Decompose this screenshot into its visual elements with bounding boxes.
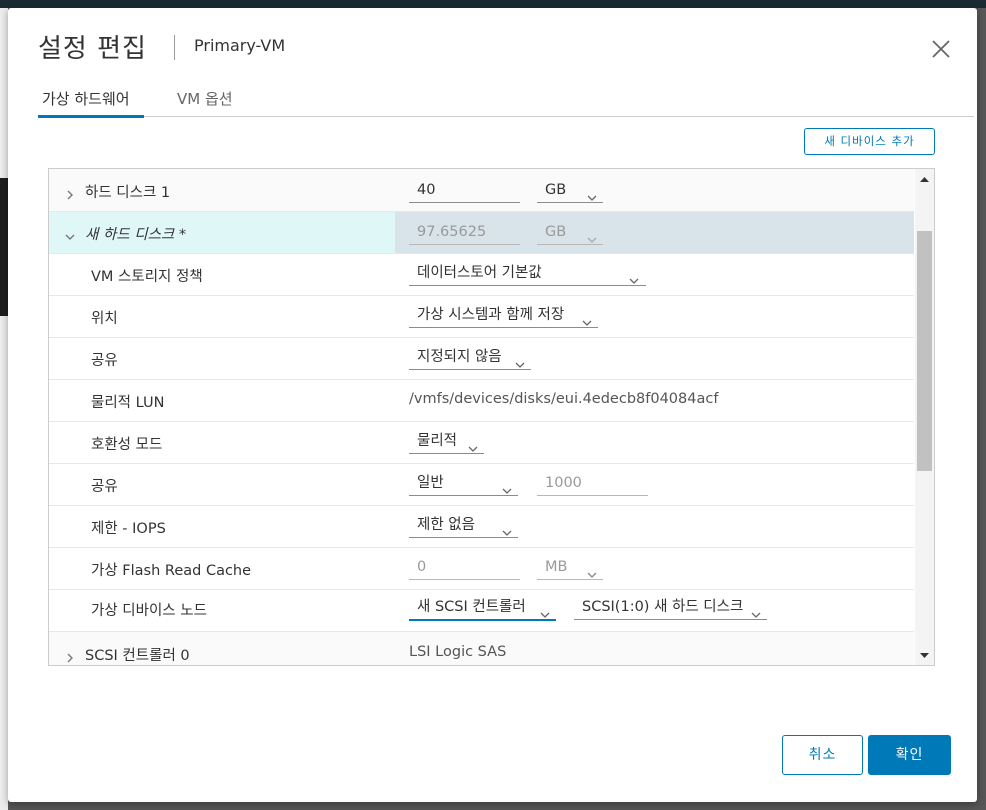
- hard-disk-1-label: 하드 디스크 1: [85, 185, 171, 201]
- dialog-title: 설정 편집: [38, 34, 147, 64]
- row-new-hard-disk[interactable]: 새 하드 디스크 * 97.65625 GB: [49, 212, 914, 254]
- chevron-right-icon[interactable]: [65, 185, 75, 200]
- row-location: 위치 가상 시스템과 함께 저장: [49, 296, 914, 338]
- row-vm-storage-policy: VM 스토리지 정책 데이터스토어 기본값: [49, 254, 914, 296]
- edit-settings-dialog: 설정 편집 Primary-VM 가상 하드웨어 VM 옵션 새 디바이스 추가…: [8, 8, 977, 802]
- background-panel-dark: [0, 178, 8, 316]
- limit-iops-select[interactable]: 제한 없음: [409, 513, 518, 538]
- chevron-down-icon: [751, 603, 761, 618]
- chevron-down-icon: [468, 437, 478, 452]
- tab-vm-options[interactable]: VM 옵션: [177, 88, 233, 115]
- chevron-down-icon[interactable]: [65, 227, 75, 240]
- location-value: 가상 시스템과 함께 저장: [417, 307, 565, 323]
- location-select[interactable]: 가상 시스템과 함께 저장: [409, 303, 598, 328]
- virtual-device-node-label: 가상 디바이스 노드: [91, 603, 207, 619]
- hard-disk-1-size-value: 40: [417, 182, 436, 198]
- background-panel-lower: [0, 316, 8, 810]
- new-hard-disk-label: 새 하드 디스크 *: [85, 227, 187, 243]
- scrollbar-thumb[interactable]: [917, 231, 932, 471]
- scsi-controller-select[interactable]: 새 SCSI 컨트롤러: [409, 595, 556, 621]
- shares-number-value: 1000: [545, 475, 582, 491]
- row-virtual-device-node: 가상 디바이스 노드 새 SCSI 컨트롤러 SCSI(1:0) 새 하드 디스…: [49, 590, 914, 632]
- chevron-down-icon: [587, 186, 597, 201]
- compatibility-mode-select[interactable]: 물리적: [409, 429, 484, 454]
- shares-label: 공유: [91, 479, 118, 495]
- row-compatibility-mode: 호환성 모드 물리적: [49, 422, 914, 464]
- row-physical-lun: 물리적 LUN /vmfs/devices/disks/eui.4edecb8f…: [49, 380, 914, 422]
- chevron-down-icon: [540, 603, 550, 618]
- scsi-node-value: SCSI(1:0) 새 하드 디스크: [582, 599, 744, 615]
- row-hard-disk-1: 하드 디스크 1 40 GB: [49, 169, 914, 212]
- flash-read-cache-label: 가상 Flash Read Cache: [91, 563, 252, 579]
- vm-storage-policy-label: VM 스토리지 정책: [91, 269, 203, 285]
- chevron-down-icon: [515, 353, 525, 368]
- flash-read-cache-unit-select[interactable]: MB: [537, 555, 603, 580]
- add-new-device-button[interactable]: 새 디바이스 추가: [804, 128, 935, 155]
- row-limit-iops: 제한 - IOPS 제한 없음: [49, 506, 914, 548]
- physical-lun-label: 물리적 LUN: [91, 395, 165, 411]
- flash-read-cache-input[interactable]: 0: [409, 555, 520, 580]
- chevron-down-icon: [587, 563, 597, 578]
- limit-iops-label: 제한 - IOPS: [91, 521, 166, 537]
- sharing-select[interactable]: 지정되지 않음: [409, 345, 531, 370]
- chevron-right-icon[interactable]: [65, 648, 75, 663]
- chevron-down-icon: [629, 269, 639, 284]
- compatibility-mode-value: 물리적: [417, 433, 458, 449]
- title-separator: [174, 35, 175, 60]
- scsi-node-select[interactable]: SCSI(1:0) 새 하드 디스크: [574, 595, 767, 620]
- vm-storage-policy-value: 데이터스토어 기본값: [417, 265, 542, 281]
- scsi-controller-value: 새 SCSI 컨트롤러: [417, 599, 526, 615]
- compatibility-mode-label: 호환성 모드: [91, 437, 163, 453]
- background-panel: [0, 8, 8, 178]
- cancel-button[interactable]: 취소: [782, 735, 863, 775]
- chevron-down-icon: [502, 521, 512, 536]
- chevron-down-icon: [587, 228, 597, 243]
- background-header: [0, 0, 986, 8]
- sharing-value: 지정되지 않음: [417, 349, 502, 365]
- row-flash-read-cache: 가상 Flash Read Cache 0 MB: [49, 548, 914, 590]
- shares-level-select[interactable]: 일반: [409, 471, 518, 496]
- new-hard-disk-unit-value: GB: [545, 224, 567, 240]
- new-hard-disk-size-value: 97.65625: [417, 224, 487, 240]
- new-hard-disk-unit-select[interactable]: GB: [537, 220, 603, 245]
- hard-disk-1-size-input[interactable]: 40: [409, 178, 520, 203]
- vm-storage-policy-select[interactable]: 데이터스토어 기본값: [409, 261, 646, 286]
- shares-number-input[interactable]: 1000: [537, 471, 648, 496]
- scroll-down-arrow-icon[interactable]: [915, 645, 934, 665]
- scroll-up-arrow-icon[interactable]: [915, 169, 934, 189]
- scsi-controller-0-label: SCSI 컨트롤러 0: [85, 648, 190, 664]
- chevron-down-icon: [502, 479, 512, 494]
- new-hard-disk-size-input[interactable]: 97.65625: [409, 220, 520, 245]
- tab-bar: 가상 하드웨어 VM 옵션: [38, 78, 974, 118]
- sharing-label: 공유: [91, 353, 118, 369]
- row-scsi-controller-0: SCSI 컨트롤러 0 LSI Logic SAS: [49, 632, 914, 665]
- tab-virtual-hardware[interactable]: 가상 하드웨어: [38, 88, 144, 118]
- row-sharing: 공유 지정되지 않음: [49, 338, 914, 380]
- flash-read-cache-value: 0: [417, 559, 427, 575]
- hard-disk-1-unit-value: GB: [545, 182, 567, 198]
- physical-lun-path: /vmfs/devices/disks/eui.4edecb8f04084acf: [409, 391, 719, 407]
- hardware-grid: 하드 디스크 1 40 GB 새 하드 디스크 * 97.65625 GB VM…: [48, 168, 935, 666]
- ok-button[interactable]: 확인: [868, 735, 951, 775]
- location-label: 위치: [91, 311, 118, 327]
- row-shares: 공유 일반 1000: [49, 464, 914, 506]
- flash-read-cache-unit-value: MB: [545, 559, 568, 575]
- hardware-grid-content: 하드 디스크 1 40 GB 새 하드 디스크 * 97.65625 GB VM…: [49, 169, 914, 665]
- hard-disk-1-unit-select[interactable]: GB: [537, 178, 603, 203]
- shares-level-value: 일반: [417, 475, 444, 491]
- scsi-controller-0-type: LSI Logic SAS: [409, 644, 507, 660]
- limit-iops-value: 제한 없음: [417, 517, 475, 533]
- close-icon[interactable]: [928, 36, 954, 62]
- dialog-subtitle-vm-name: Primary-VM: [194, 36, 286, 55]
- chevron-down-icon: [582, 311, 592, 326]
